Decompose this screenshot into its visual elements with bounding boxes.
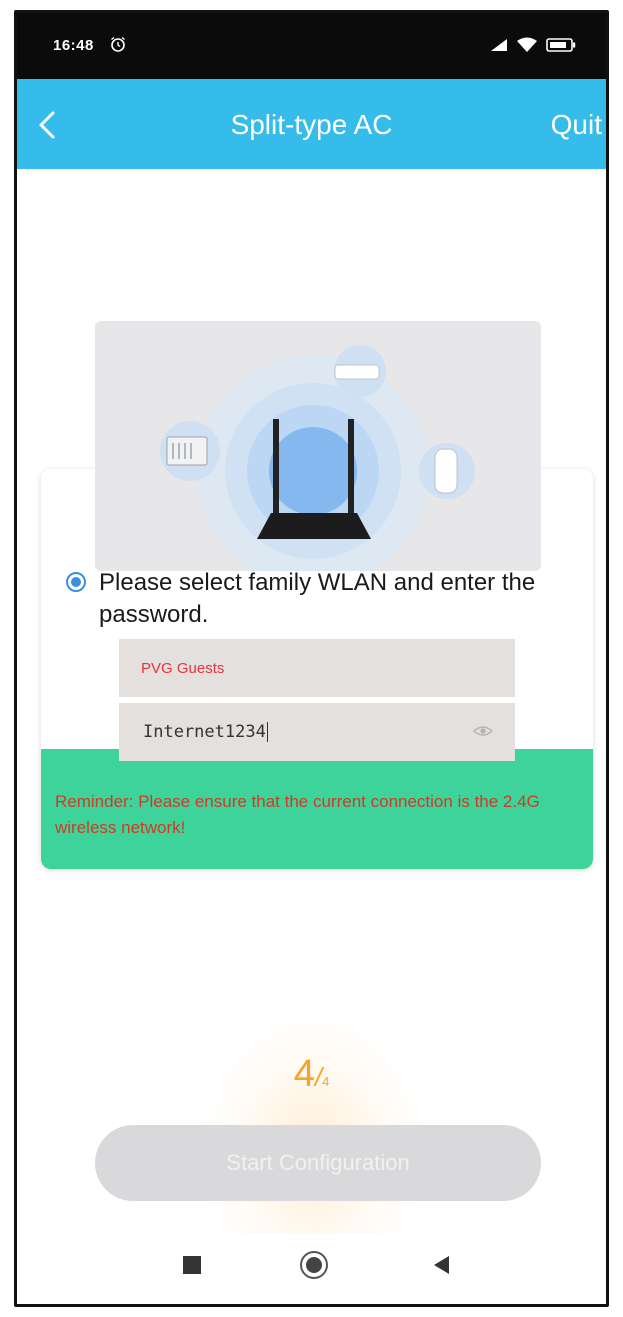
wlan-name-field[interactable]: PVG Guests (119, 639, 515, 697)
app-header: Split-type AC Quit (17, 79, 606, 169)
recent-apps-icon[interactable] (183, 1256, 201, 1274)
step-separator: / (314, 1062, 323, 1092)
page-title: Split-type AC (230, 109, 393, 140)
split-ac-icon (334, 345, 386, 397)
alarm-icon (111, 36, 125, 52)
password-field[interactable]: Internet1234 (119, 703, 515, 761)
back-triangle-icon[interactable] (431, 1254, 451, 1276)
status-icons (490, 35, 576, 55)
status-time: 16:48 (53, 37, 94, 54)
home-icon[interactable] (299, 1250, 329, 1280)
step-indicator: 4/4 (17, 1053, 606, 1096)
window-ac-icon (160, 421, 220, 481)
step-total: 4 (322, 1074, 330, 1089)
wlan-name-value: PVG Guests (141, 659, 225, 677)
text-caret (266, 722, 268, 742)
radio-selected-icon[interactable] (65, 571, 87, 593)
reminder-box: Reminder: Please ensure that the current… (41, 749, 593, 869)
signal-icon (491, 39, 507, 51)
phone-screen: 16:48 Split-type AC Quit Please select f… (14, 10, 609, 1307)
password-value: Internet1234 (143, 722, 266, 742)
portable-ac-icon (419, 443, 475, 499)
reminder-text: Reminder: Please ensure that the current… (55, 792, 540, 837)
system-nav-bar (17, 1234, 606, 1304)
quit-button[interactable]: Quit (551, 109, 602, 141)
instruction-text: Please select family WLAN and enter the … (99, 569, 536, 628)
start-configuration-button[interactable]: Start Configuration (95, 1125, 541, 1201)
router-glow (269, 427, 357, 515)
wifi-icon (517, 37, 537, 52)
step-current: 4 (293, 1053, 315, 1095)
wlan-illustration (95, 321, 541, 571)
illustration-svg (160, 345, 475, 571)
battery-icon (546, 38, 576, 52)
eye-icon[interactable] (473, 723, 493, 739)
status-bar: 16:48 (17, 13, 606, 79)
